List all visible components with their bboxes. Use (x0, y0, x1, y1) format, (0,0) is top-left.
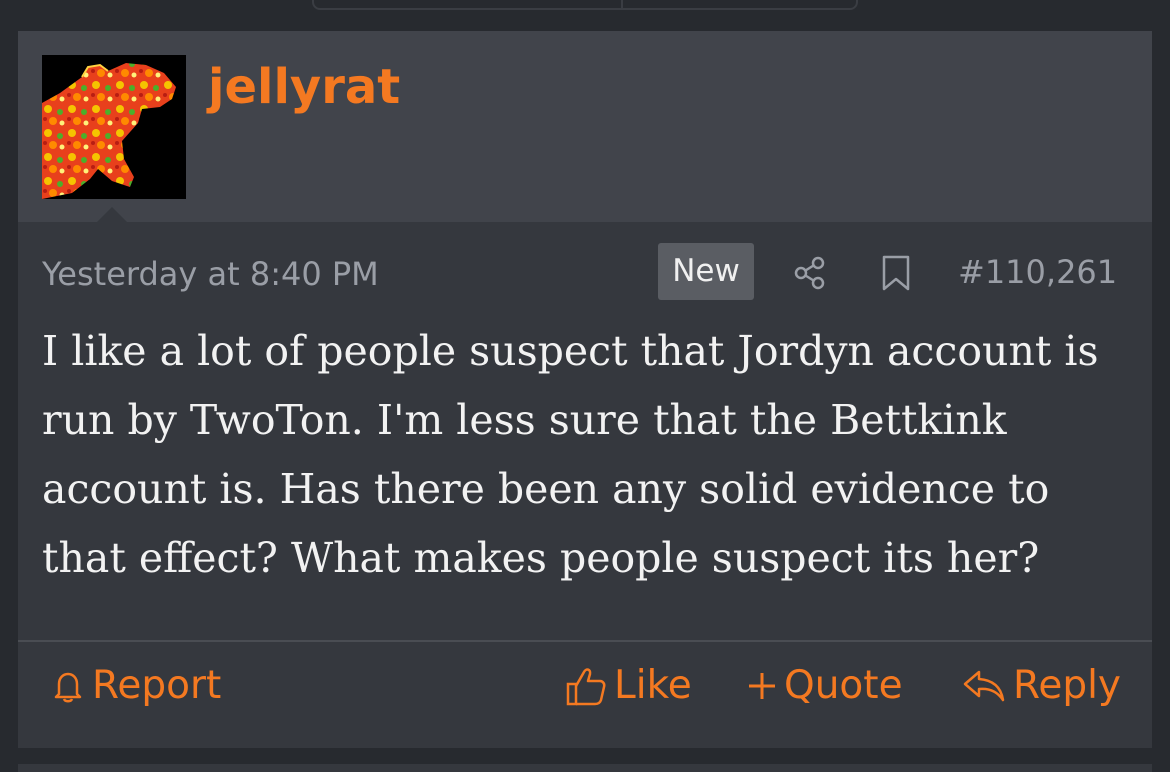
post-body: I like a lot of people suspect that Jord… (42, 327, 1099, 582)
top-tab-bar (312, 0, 858, 10)
thumbs-up-icon (566, 668, 606, 706)
bell-icon (54, 672, 82, 703)
quote-label: Quote (784, 663, 903, 708)
like-label: Like (614, 663, 692, 708)
plus-icon (749, 673, 775, 699)
post-meta: Yesterday at 8:40 PM New #110,261 (18, 243, 1152, 303)
forum-post: jellyrat Yesterday at 8:40 PM New #110,2… (18, 31, 1152, 748)
new-badge: New (658, 243, 754, 300)
next-post-edge (18, 764, 1152, 772)
report-label: Report (92, 663, 222, 708)
reply-button[interactable]: Reply (961, 657, 1121, 715)
tab-divider (621, 0, 623, 8)
quote-button[interactable]: Quote (746, 657, 903, 715)
post-header: jellyrat (18, 31, 1152, 222)
avatar[interactable] (42, 55, 186, 199)
avatar-image (42, 55, 186, 199)
reply-label: Reply (1013, 663, 1122, 708)
reply-icon (963, 670, 1005, 702)
bookmark-icon[interactable] (876, 253, 916, 293)
share-icon[interactable] (791, 253, 831, 293)
post-number-link[interactable]: #110,261 (958, 252, 1117, 292)
post-timestamp[interactable]: Yesterday at 8:40 PM (42, 254, 379, 294)
footer-divider (18, 640, 1152, 642)
header-pointer (97, 207, 127, 222)
report-button[interactable]: Report (50, 657, 221, 715)
like-button[interactable]: Like (564, 657, 692, 715)
username-link[interactable]: jellyrat (208, 59, 400, 117)
